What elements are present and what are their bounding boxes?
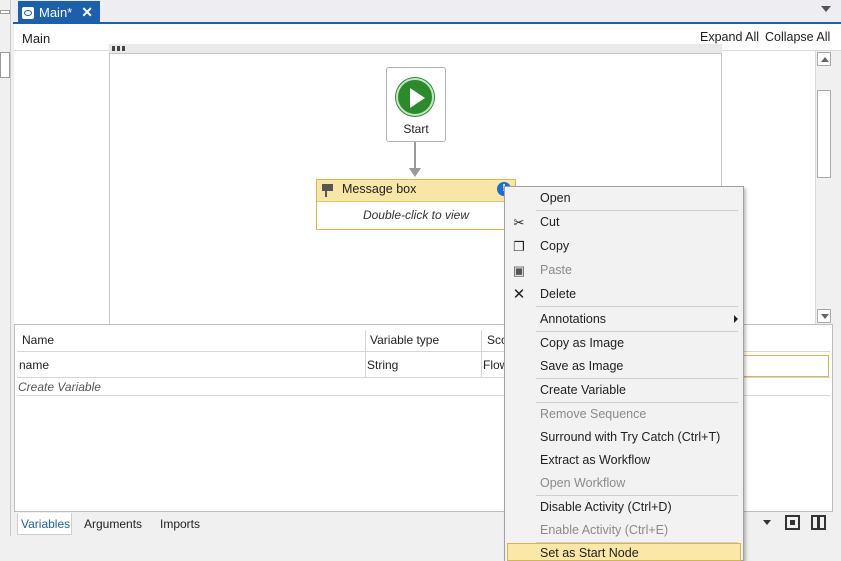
menu-item-remove-sequence[interactable]: Remove Sequence: [540, 407, 646, 421]
column-header-variable-type[interactable]: Variable type: [370, 333, 439, 347]
tab-title: Main*: [39, 5, 73, 20]
scroll-up-button[interactable]: [817, 52, 831, 66]
menu-separator: [536, 306, 738, 307]
menu-item-open[interactable]: Open: [540, 191, 571, 205]
breadcrumb[interactable]: Main: [22, 31, 50, 46]
left-panel-marker: [0, 10, 10, 14]
workflow-icon: [22, 6, 34, 19]
menu-item-save-as-image[interactable]: Save as Image: [540, 359, 623, 373]
fit-to-screen-icon[interactable]: [785, 515, 800, 530]
menu-item-enable-activity[interactable]: Enable Activity (Ctrl+E): [540, 523, 668, 537]
menu-separator: [536, 495, 738, 496]
start-label: Start: [403, 122, 429, 136]
menu-separator: [536, 402, 738, 403]
tab-imports[interactable]: Imports: [160, 517, 200, 531]
menu-item-extract-as-workflow[interactable]: Extract as Workflow: [540, 453, 650, 467]
menu-separator: [536, 378, 738, 379]
tab-list-chevron-down-icon[interactable]: [821, 6, 831, 12]
collapse-all-button[interactable]: Collapse All: [765, 30, 830, 44]
variable-type-cell[interactable]: String: [367, 358, 398, 372]
column-header-name[interactable]: Name: [22, 333, 54, 347]
delete-x-icon: ✕: [512, 286, 526, 303]
scroll-down-button[interactable]: [817, 309, 831, 323]
menu-item-delete[interactable]: Delete: [540, 287, 576, 301]
menu-item-copy[interactable]: Copy: [540, 239, 569, 253]
tab-variables[interactable]: Variables: [21, 517, 70, 531]
flow-connector[interactable]: [414, 142, 416, 169]
menu-item-copy-as-image[interactable]: Copy as Image: [540, 336, 624, 350]
copy-icon: ❐: [513, 239, 525, 254]
menu-item-annotations[interactable]: Annotations: [540, 312, 606, 326]
document-tab-strip: [13, 0, 841, 24]
activity-hint: Double-click to view: [362, 208, 470, 222]
menu-item-surround-try-catch[interactable]: Surround with Try Catch (Ctrl+T): [540, 430, 720, 444]
expand-all-button[interactable]: Expand All: [700, 30, 759, 44]
variable-name-cell[interactable]: name: [19, 358, 49, 372]
menu-item-create-variable[interactable]: Create Variable: [540, 383, 626, 397]
default-value-input[interactable]: [740, 355, 829, 377]
left-panel-edge: [0, 0, 11, 561]
scroll-thumb[interactable]: [817, 90, 831, 178]
menu-separator: [536, 331, 738, 332]
menu-separator: [536, 542, 738, 543]
menu-separator: [536, 210, 738, 211]
flowchart-header-bar: [109, 44, 722, 54]
zoom-chevron-down-icon[interactable]: [763, 520, 771, 525]
right-panel-edge: [833, 51, 841, 324]
tab-arguments[interactable]: Arguments: [84, 517, 142, 531]
menu-item-set-as-start-node[interactable]: Set as Start Node: [540, 546, 639, 560]
flowchart-grip-icon[interactable]: [112, 46, 128, 51]
create-variable-link[interactable]: Create Variable: [18, 380, 101, 394]
scissors-icon: ✂: [513, 215, 525, 230]
activity-title: Message box: [342, 182, 417, 196]
menu-item-open-workflow[interactable]: Open Workflow: [540, 476, 625, 490]
submenu-chevron-right-icon: [734, 315, 738, 323]
menu-item-cut[interactable]: Cut: [540, 215, 559, 229]
tab-main[interactable]: Main* ✕: [18, 1, 100, 24]
message-box-icon: [320, 184, 334, 197]
play-triangle-icon: [410, 88, 425, 108]
paste-icon: ▣: [512, 263, 526, 278]
close-icon[interactable]: ✕: [81, 4, 93, 21]
connector-arrow-icon: [409, 168, 421, 177]
overview-icon[interactable]: [811, 515, 826, 530]
menu-item-disable-activity[interactable]: Disable Activity (Ctrl+D): [540, 500, 672, 514]
menu-item-paste[interactable]: Paste: [540, 263, 572, 277]
left-panel-scroll-marker: [0, 52, 10, 78]
